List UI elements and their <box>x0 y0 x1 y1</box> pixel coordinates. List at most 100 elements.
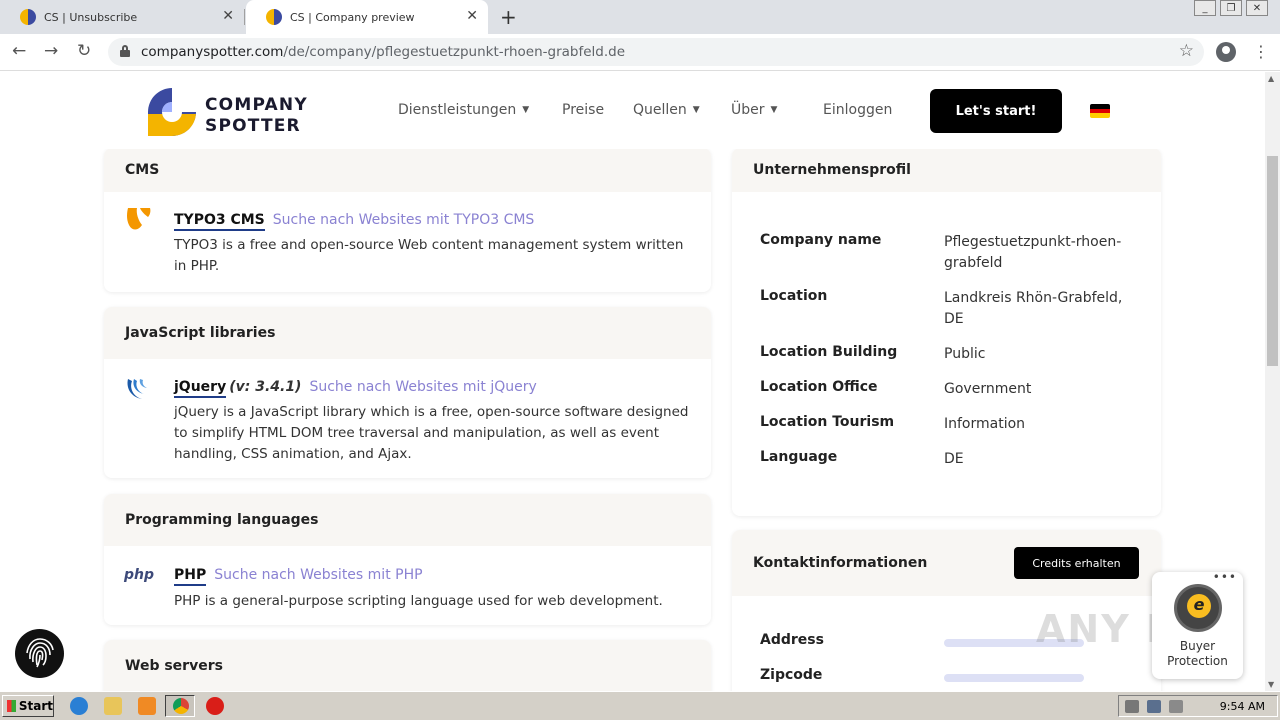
fingerprint-widget-icon[interactable] <box>15 629 64 678</box>
trusted-shops-badge[interactable]: ••• Buyer Protection <box>1152 570 1243 679</box>
system-tray: 9:54 AM <box>1118 695 1278 717</box>
profile-avatar-icon[interactable] <box>1216 42 1236 62</box>
tech-title: jQuery (v: 3.4.1) Suche nach Websites mit … <box>174 379 537 398</box>
scrollbar-thumb[interactable] <box>1267 156 1278 366</box>
typo3-icon <box>127 208 151 230</box>
window-controls: _ ❐ ✕ <box>1194 0 1268 16</box>
address-bar[interactable]: companyspotter.com/de/company/pflegestue… <box>108 38 1204 66</box>
tech-description: jQuery is a JavaScript library which is … <box>174 404 689 462</box>
tech-name-php[interactable]: PHP <box>174 567 207 586</box>
logo-mark-icon <box>148 88 196 137</box>
page-viewport: CMS TYPO3 CMS Suche nach Websites mit TYP… <box>0 72 1265 691</box>
company-profile-card: Unternehmensprofil Company name Pflegest… <box>732 148 1161 516</box>
tech-description: PHP is a general-purpose scripting langu… <box>174 593 663 609</box>
trusted-shops-seal-icon <box>1174 584 1222 632</box>
cms-card: CMS TYPO3 CMS Suche nach Websites mit TYP… <box>104 148 711 292</box>
profile-value: Public <box>944 346 986 362</box>
logo-text: COMPANY SPOTTER <box>205 95 308 136</box>
close-window-icon[interactable]: ✕ <box>1246 0 1268 16</box>
close-tab-icon[interactable]: ✕ <box>466 8 478 24</box>
web-servers-card: Web servers <box>104 640 711 691</box>
profile-label: Location <box>760 288 828 304</box>
fingerprint-icon <box>26 638 54 668</box>
back-arrow-icon[interactable]: ← <box>12 41 26 61</box>
internet-explorer-icon[interactable] <box>70 697 88 715</box>
web-card-title: Web servers <box>104 640 711 691</box>
tech-version: (v: 3.4.1) <box>229 379 302 395</box>
cms-card-title: CMS <box>104 148 711 192</box>
tab-separator <box>244 9 245 25</box>
restore-icon[interactable]: ❐ <box>1220 0 1242 16</box>
taskbar-clock: 9:54 AM <box>1219 700 1265 713</box>
chrome-taskbar-button[interactable] <box>165 695 195 717</box>
site-header: COMPANY SPOTTER Dienstleistungen ▼ Preise… <box>0 72 1265 149</box>
scroll-up-icon[interactable]: ▲ <box>1268 74 1274 83</box>
forward-arrow-icon[interactable]: → <box>44 41 58 61</box>
tech-title: PHP Suche nach Websites mit PHP <box>174 567 423 586</box>
reload-icon[interactable]: ↻ <box>77 41 91 61</box>
chrome-icon <box>173 698 189 714</box>
flag-icon[interactable] <box>1169 700 1183 713</box>
tab-title: CS | Company preview <box>290 10 415 24</box>
tech-title: TYPO3 CMS Suche nach Websites mit TYPO3 C… <box>174 212 535 231</box>
profile-value: DE <box>944 451 964 467</box>
programming-languages-card: Programming languages php PHP Suche nach … <box>104 494 711 625</box>
nav-einloggen[interactable]: Einloggen <box>823 102 892 118</box>
network-icon[interactable] <box>1147 700 1161 713</box>
chevron-down-icon: ▼ <box>692 105 700 115</box>
media-player-icon[interactable] <box>138 697 156 715</box>
credits-button[interactable]: Credits erhalten <box>1014 547 1139 579</box>
contact-label: Address <box>760 632 824 648</box>
companyspotter-favicon-icon <box>20 9 36 25</box>
start-button[interactable]: Start <box>2 695 54 717</box>
tech-name-jquery[interactable]: jQuery <box>174 379 227 398</box>
new-tab-icon[interactable]: + <box>500 5 517 29</box>
volume-icon[interactable] <box>1125 700 1139 713</box>
jquery-icon <box>127 379 147 399</box>
profile-card-title: Unternehmensprofil <box>732 148 1161 192</box>
nav-quellen[interactable]: Quellen ▼ <box>633 102 700 118</box>
nav-ueber[interactable]: Über ▼ <box>731 102 777 118</box>
company-spotter-logo[interactable]: COMPANY SPOTTER <box>146 86 316 138</box>
scroll-down-icon[interactable]: ▼ <box>1268 680 1274 689</box>
more-options-icon[interactable]: ••• <box>1213 570 1237 584</box>
companyspotter-favicon-icon <box>266 9 282 25</box>
prog-card-title: Programming languages <box>104 494 711 546</box>
chevron-down-icon: ▼ <box>770 105 778 115</box>
profile-label: Language <box>760 449 838 465</box>
lets-start-button[interactable]: Let's start! <box>930 89 1062 133</box>
profile-value: Landkreis Rhön-Grabfeld, DE <box>944 290 1123 327</box>
browser-tab-company-preview[interactable]: CS | Company preview ✕ <box>246 0 488 34</box>
search-jquery-link[interactable]: Suche nach Websites mit jQuery <box>309 379 536 395</box>
contact-label: Zipcode <box>760 667 823 683</box>
nav-dienstleistungen[interactable]: Dienstleistungen ▼ <box>398 102 529 118</box>
bookmark-star-icon[interactable]: ☆ <box>1179 41 1194 61</box>
browser-tab-strip: CS | Unsubscribe ✕ CS | Company preview … <box>0 0 1280 34</box>
profile-value: Information <box>944 416 1026 432</box>
blurred-value <box>944 674 1084 682</box>
windows-logo-icon <box>7 700 16 712</box>
search-typo3-link[interactable]: Suche nach Websites mit TYPO3 CMS <box>273 212 535 228</box>
tech-name-typo3[interactable]: TYPO3 CMS <box>174 212 265 231</box>
profile-label: Location Tourism <box>760 414 895 430</box>
nav-preise[interactable]: Preise <box>562 102 604 118</box>
js-libraries-card: JavaScript libraries jQuery (v: 3.4.1) Suc… <box>104 307 711 478</box>
browser-tab-unsubscribe[interactable]: CS | Unsubscribe ✕ <box>0 0 244 34</box>
tech-description: TYPO3 is a free and open-source Web cont… <box>174 237 684 274</box>
search-php-link[interactable]: Suche nach Websites mit PHP <box>214 567 422 583</box>
profile-value: Government <box>944 381 1032 397</box>
page-scrollbar[interactable]: ▲ ▼ <box>1265 72 1280 691</box>
lock-icon <box>120 45 130 57</box>
windows-taskbar: Start 9:54 AM <box>0 691 1280 720</box>
minimize-icon[interactable]: _ <box>1194 0 1216 16</box>
security-app-icon[interactable] <box>206 697 224 715</box>
profile-label: Location Office <box>760 379 878 395</box>
badge-line2: Protection <box>1167 654 1228 668</box>
close-tab-icon[interactable]: ✕ <box>222 8 234 24</box>
browser-menu-icon[interactable]: ⋮ <box>1253 42 1269 61</box>
badge-line1: Buyer <box>1179 639 1216 653</box>
german-flag-icon[interactable] <box>1090 104 1110 118</box>
js-card-title: JavaScript libraries <box>104 307 711 359</box>
url-text[interactable]: companyspotter.com/de/company/pflegestue… <box>141 44 625 60</box>
folder-icon[interactable] <box>104 697 122 715</box>
